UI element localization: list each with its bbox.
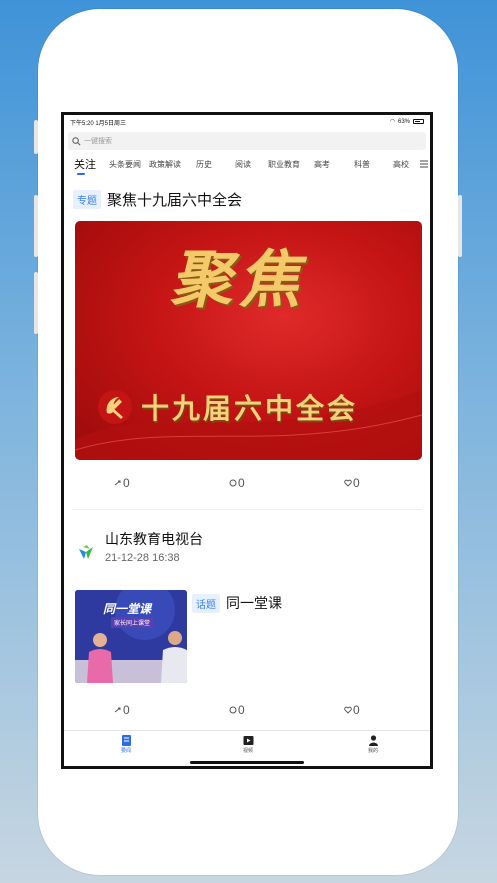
tab-follow[interactable]: 关注 [74,156,96,172]
search-bar[interactable]: 一键搜索 [68,132,426,150]
card-divider [72,509,422,510]
tab-university[interactable]: 高校 [393,159,409,170]
banner-subtitle: 十九届六中全会 [141,393,359,424]
phone-side-button-right [458,195,462,257]
nav-video[interactable]: 视频 [228,735,268,754]
menu-icon[interactable] [420,160,428,168]
party-emblem-icon [98,390,132,424]
phone-side-button-left-2 [34,195,38,257]
share-button[interactable]: 0 [114,476,130,490]
banner-title-big: 聚焦 [170,243,307,316]
like-button[interactable]: 0 [344,476,360,490]
share-icon [114,707,121,713]
like-button[interactable]: 0 [344,703,360,717]
heart-icon [344,706,352,714]
share-icon [114,480,121,486]
card1-title: 聚焦十九届六中全会 [107,192,243,209]
news-icon [121,735,131,746]
comment-icon [229,479,237,487]
video-icon [243,736,253,745]
phone-side-button-left-1 [34,120,38,154]
tab-headlines[interactable]: 头条要闻 [109,159,141,170]
tab-reading[interactable]: 阅读 [235,159,251,170]
nav-news-label: 要闻 [120,748,131,754]
thumbnail-subtitle: 家长同上课堂 [111,617,154,628]
nav-news[interactable]: 要闻 [106,735,146,754]
feed: 专题 聚焦十九届六中全会 聚焦 十九届六中全会 0 0 0 山东教育电视台 21… [64,179,430,730]
status-time: 下午5:20 1月5日周三 [70,121,127,127]
card2-title: 同一堂课 [226,595,282,611]
thumbnail-title: 同一堂课 [103,602,152,616]
nav-video-label: 视频 [242,748,253,754]
phone-side-button-left-3 [34,272,38,334]
home-indicator [190,761,304,764]
comment-icon [229,706,237,714]
card2-thumbnail[interactable]: 同一堂课 家长同上课堂 [75,590,187,683]
search-placeholder: 一键搜索 [84,138,112,145]
comment-button[interactable]: 0 [229,703,245,717]
wifi-icon: ◠ [389,119,395,125]
channel-logo-icon[interactable] [75,541,97,563]
card2-topic[interactable]: 话题 同一堂课 [192,593,282,613]
like-count: 0 [353,476,360,490]
category-tabs: 关注 头条要闻 政策解读 历史 阅读 职业教育 高考 科普 高校 [64,153,430,177]
heart-icon [344,479,352,487]
share-count: 0 [123,703,130,717]
comment-count: 0 [238,476,245,490]
status-right: ◠ 63% [390,118,424,125]
card1-header[interactable]: 专题 聚焦十九届六中全会 [73,189,242,210]
nav-profile-label: 我的 [367,748,378,754]
tab-gaokao[interactable]: 高考 [314,159,330,170]
card1-actions: 0 0 0 [64,476,430,496]
post-time: 21-12-28 16:38 [105,552,180,564]
search-icon [72,136,81,146]
tab-policy[interactable]: 政策解读 [149,159,181,170]
topic-tag: 话题 [192,593,220,613]
battery-percent: 63% [397,118,410,125]
tab-vocational[interactable]: 职业教育 [268,159,300,170]
card2-actions: 0 0 0 [64,703,430,723]
nav-profile[interactable]: 我的 [353,735,393,754]
tab-science[interactable]: 科普 [354,159,370,170]
tab-history[interactable]: 历史 [196,159,212,170]
profile-icon [368,735,378,746]
active-tab-indicator [77,173,85,175]
share-count: 0 [123,476,130,490]
app-screen: 下午5:20 1月5日周三 ◠ 63% 一键搜索 关注 头条要闻 政策解读 历史… [61,112,433,769]
topic-tag: 专题 [73,190,101,209]
channel-name[interactable]: 山东教育电视台 [105,529,203,549]
like-count: 0 [353,703,360,717]
card1-banner-image[interactable]: 聚焦 十九届六中全会 [75,221,422,460]
status-bar: 下午5:20 1月5日周三 ◠ 63% [64,115,430,129]
share-button[interactable]: 0 [114,703,130,717]
battery-icon [413,119,424,124]
comment-button[interactable]: 0 [229,476,245,490]
comment-count: 0 [238,703,245,717]
